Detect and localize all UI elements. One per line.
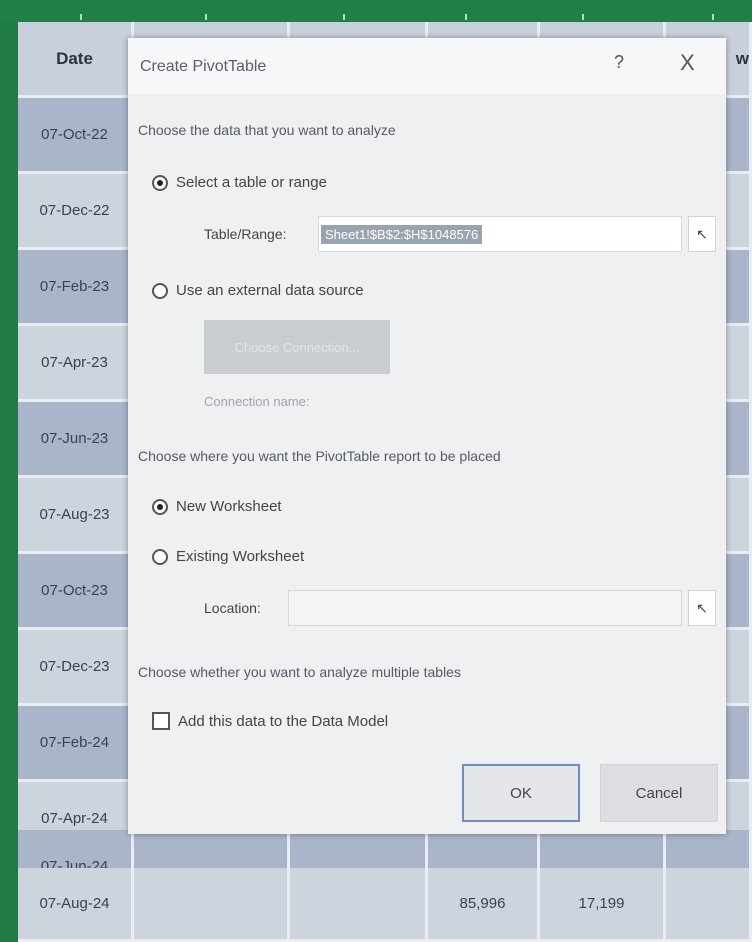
- column-tick: [343, 14, 345, 20]
- close-icon[interactable]: X: [680, 50, 695, 76]
- date-cell[interactable]: 07-Feb-23: [18, 250, 134, 323]
- range-select-icon[interactable]: ↖: [688, 590, 716, 626]
- table-range-label: Table/Range:: [204, 226, 287, 242]
- column-tick: [582, 14, 584, 20]
- section-placement: Choose where you want the PivotTable rep…: [138, 448, 501, 464]
- column-tick: [205, 14, 207, 20]
- date-cell[interactable]: 07-Feb-24: [18, 706, 134, 779]
- cell[interactable]: [290, 868, 428, 939]
- date-cell[interactable]: 07-Oct-22: [18, 98, 134, 171]
- data-model-checkbox-row[interactable]: Add this data to the Data Model: [152, 712, 388, 730]
- radio-label: Existing Worksheet: [176, 548, 305, 565]
- date-cell[interactable]: 07-Aug-23: [18, 478, 134, 551]
- column-tick: [465, 14, 467, 20]
- date-cell[interactable]: 07-Dec-22: [18, 174, 134, 247]
- header-date[interactable]: Date: [18, 22, 134, 95]
- date-cell[interactable]: 07-Aug-24: [18, 868, 134, 939]
- data-model-checkbox[interactable]: [152, 712, 170, 730]
- cell[interactable]: [666, 868, 752, 939]
- create-pivottable-dialog: Create PivotTable ? X Choose the data th…: [128, 38, 726, 834]
- value-cell[interactable]: 17,199: [540, 868, 666, 939]
- radio-button-selected[interactable]: [152, 498, 168, 515]
- help-icon[interactable]: ?: [614, 52, 624, 73]
- radio-new-worksheet[interactable]: New Worksheet: [152, 498, 282, 515]
- location-input[interactable]: [288, 590, 682, 626]
- radio-button[interactable]: [152, 548, 168, 565]
- connection-name-label: Connection name:: [204, 394, 310, 409]
- radio-label: Select a table or range: [176, 174, 327, 191]
- dialog-titlebar: Create PivotTable ? X: [128, 38, 726, 94]
- ok-button[interactable]: OK: [462, 764, 580, 822]
- radio-existing-worksheet[interactable]: Existing Worksheet: [152, 548, 304, 565]
- table-row: 07-Aug-24 85,996 17,199: [18, 868, 752, 942]
- table-range-value: Sheet1!$B$2:$H$1048576: [321, 225, 483, 244]
- date-cell[interactable]: 07-Apr-23: [18, 326, 134, 399]
- choose-connection-button[interactable]: Choose Connection...: [204, 320, 390, 374]
- section-choose-data: Choose the data that you want to analyze: [138, 122, 396, 138]
- radio-label: New Worksheet: [176, 498, 282, 515]
- date-cell[interactable]: 07-Jun-23: [18, 402, 134, 475]
- column-header-strip: [0, 0, 752, 22]
- radio-select-table[interactable]: Select a table or range: [152, 174, 327, 191]
- checkbox-label: Add this data to the Data Model: [178, 712, 389, 730]
- table-range-input[interactable]: Sheet1!$B$2:$H$1048576: [318, 216, 682, 252]
- date-cell[interactable]: 07-Oct-23: [18, 554, 134, 627]
- column-tick: [712, 14, 714, 20]
- section-multiple-tables: Choose whether you want to analyze multi…: [138, 664, 461, 680]
- radio-button[interactable]: [152, 282, 168, 299]
- radio-label: Use an external data source: [176, 282, 364, 299]
- column-tick: [80, 14, 82, 20]
- radio-button-selected[interactable]: [152, 174, 168, 191]
- radio-external-source[interactable]: Use an external data source: [152, 282, 364, 299]
- dialog-title: Create PivotTable: [140, 58, 267, 75]
- range-select-icon[interactable]: ↖: [688, 216, 716, 252]
- cell[interactable]: [134, 868, 290, 939]
- date-cell[interactable]: 07-Dec-23: [18, 630, 134, 703]
- location-label: Location:: [204, 600, 261, 616]
- value-cell[interactable]: 85,996: [428, 868, 540, 939]
- cancel-button[interactable]: Cancel: [600, 764, 718, 822]
